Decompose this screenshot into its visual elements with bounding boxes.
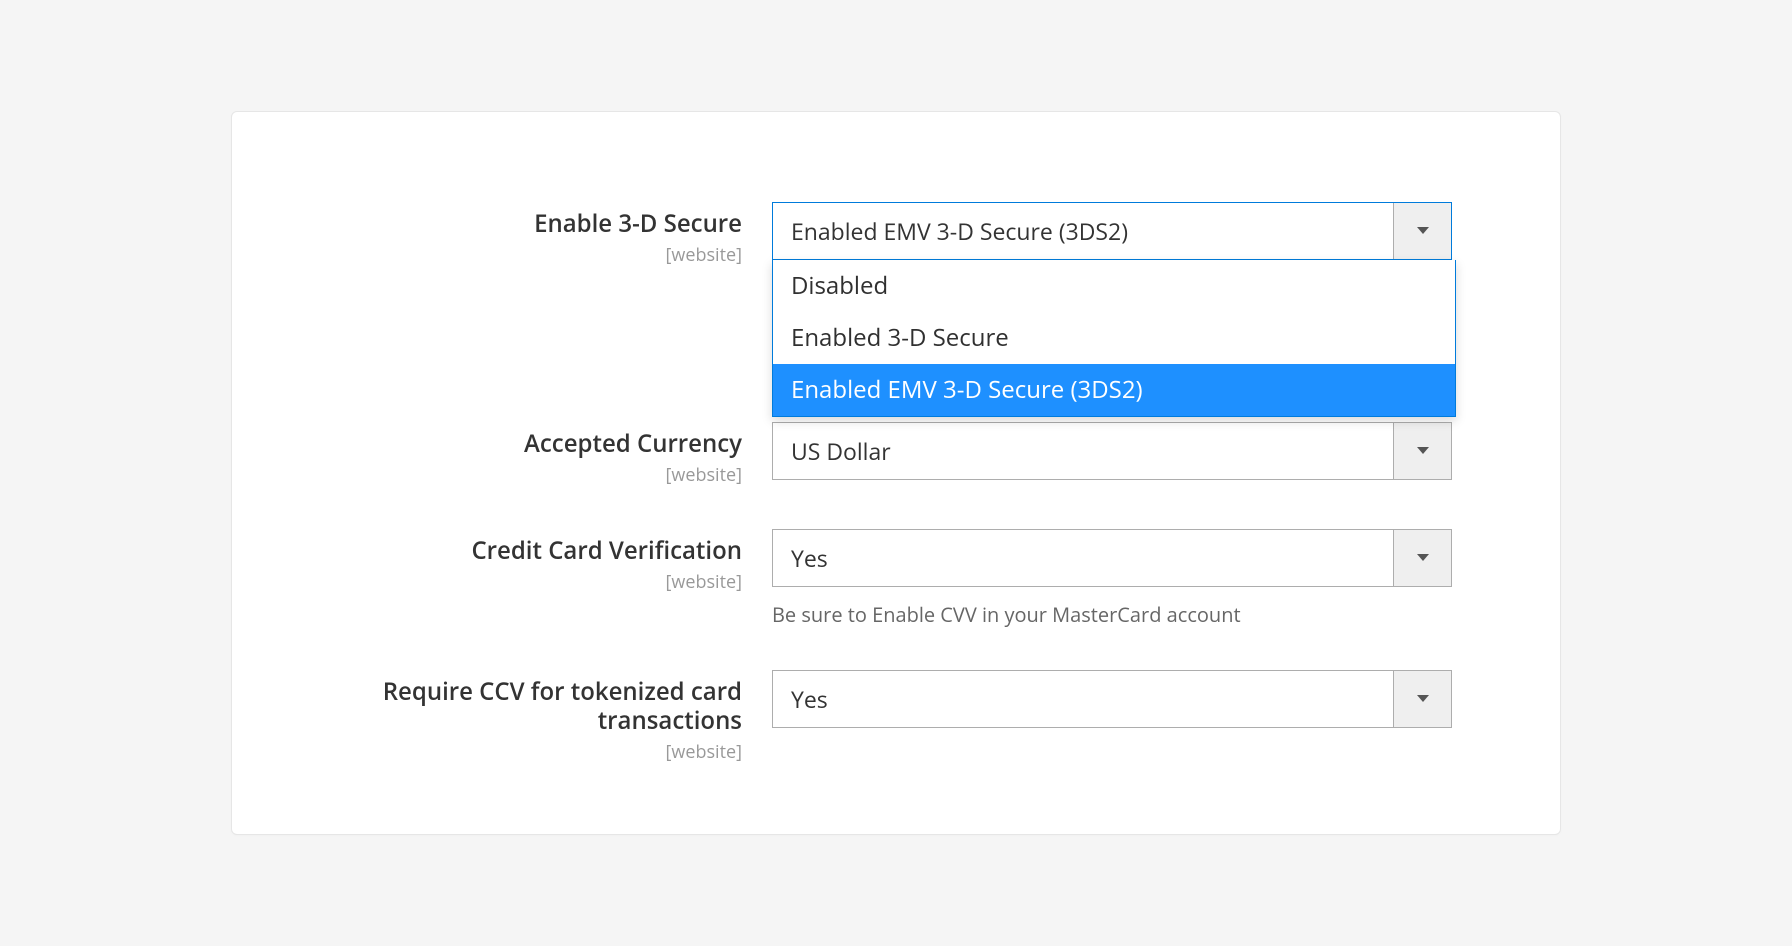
- require-ccv-value: Yes: [773, 671, 1393, 727]
- label-col: Enable 3-D Secure [website]: [292, 202, 772, 267]
- scope-label: [website]: [292, 570, 742, 594]
- settings-panel: Enable 3-D Secure [website] Enabled EMV …: [231, 111, 1561, 834]
- label-col: Accepted Currency [website]: [292, 422, 772, 487]
- control-col: Yes Be sure to Enable CVV in your Master…: [772, 529, 1452, 628]
- accepted-currency-label: Accepted Currency: [292, 430, 742, 459]
- enable-3ds-dropdown: Disabled Enabled 3-D Secure Enabled EMV …: [772, 260, 1456, 417]
- control-col: Enabled EMV 3-D Secure (3DS2) Disabled E…: [772, 202, 1452, 380]
- chevron-down-icon: [1393, 423, 1451, 479]
- control-col: US Dollar: [772, 422, 1452, 480]
- chevron-down-icon: [1393, 530, 1451, 586]
- field-row-enable-3ds: Enable 3-D Secure [website] Enabled EMV …: [292, 202, 1500, 380]
- option-disabled[interactable]: Disabled: [773, 260, 1455, 312]
- scope-label: [website]: [292, 463, 742, 487]
- option-enabled-3ds[interactable]: Enabled 3-D Secure: [773, 312, 1455, 364]
- enable-3ds-select[interactable]: Enabled EMV 3-D Secure (3DS2): [772, 202, 1452, 260]
- scope-label: [website]: [292, 740, 742, 764]
- require-ccv-label: Require CCV for tokenized card transacti…: [292, 678, 742, 736]
- chevron-down-icon: [1393, 203, 1451, 259]
- control-col: Yes: [772, 670, 1452, 728]
- require-ccv-select[interactable]: Yes: [772, 670, 1452, 728]
- enable-3ds-value: Enabled EMV 3-D Secure (3DS2): [773, 203, 1393, 259]
- accepted-currency-select[interactable]: US Dollar: [772, 422, 1452, 480]
- label-col: Credit Card Verification [website]: [292, 529, 772, 594]
- cc-verification-label: Credit Card Verification: [292, 537, 742, 566]
- field-row-accepted-currency: Accepted Currency [website] US Dollar: [292, 422, 1500, 487]
- chevron-down-icon: [1393, 671, 1451, 727]
- enable-3ds-label: Enable 3-D Secure: [292, 210, 742, 239]
- field-row-cc-verification: Credit Card Verification [website] Yes B…: [292, 529, 1500, 628]
- scope-label: [website]: [292, 243, 742, 267]
- label-col: Require CCV for tokenized card transacti…: [292, 670, 772, 764]
- accepted-currency-value: US Dollar: [773, 423, 1393, 479]
- cc-verification-help: Be sure to Enable CVV in your MasterCard…: [772, 601, 1452, 628]
- cc-verification-select[interactable]: Yes: [772, 529, 1452, 587]
- cc-verification-value: Yes: [773, 530, 1393, 586]
- field-row-require-ccv: Require CCV for tokenized card transacti…: [292, 670, 1500, 764]
- option-enabled-emv-3ds2[interactable]: Enabled EMV 3-D Secure (3DS2): [773, 364, 1455, 416]
